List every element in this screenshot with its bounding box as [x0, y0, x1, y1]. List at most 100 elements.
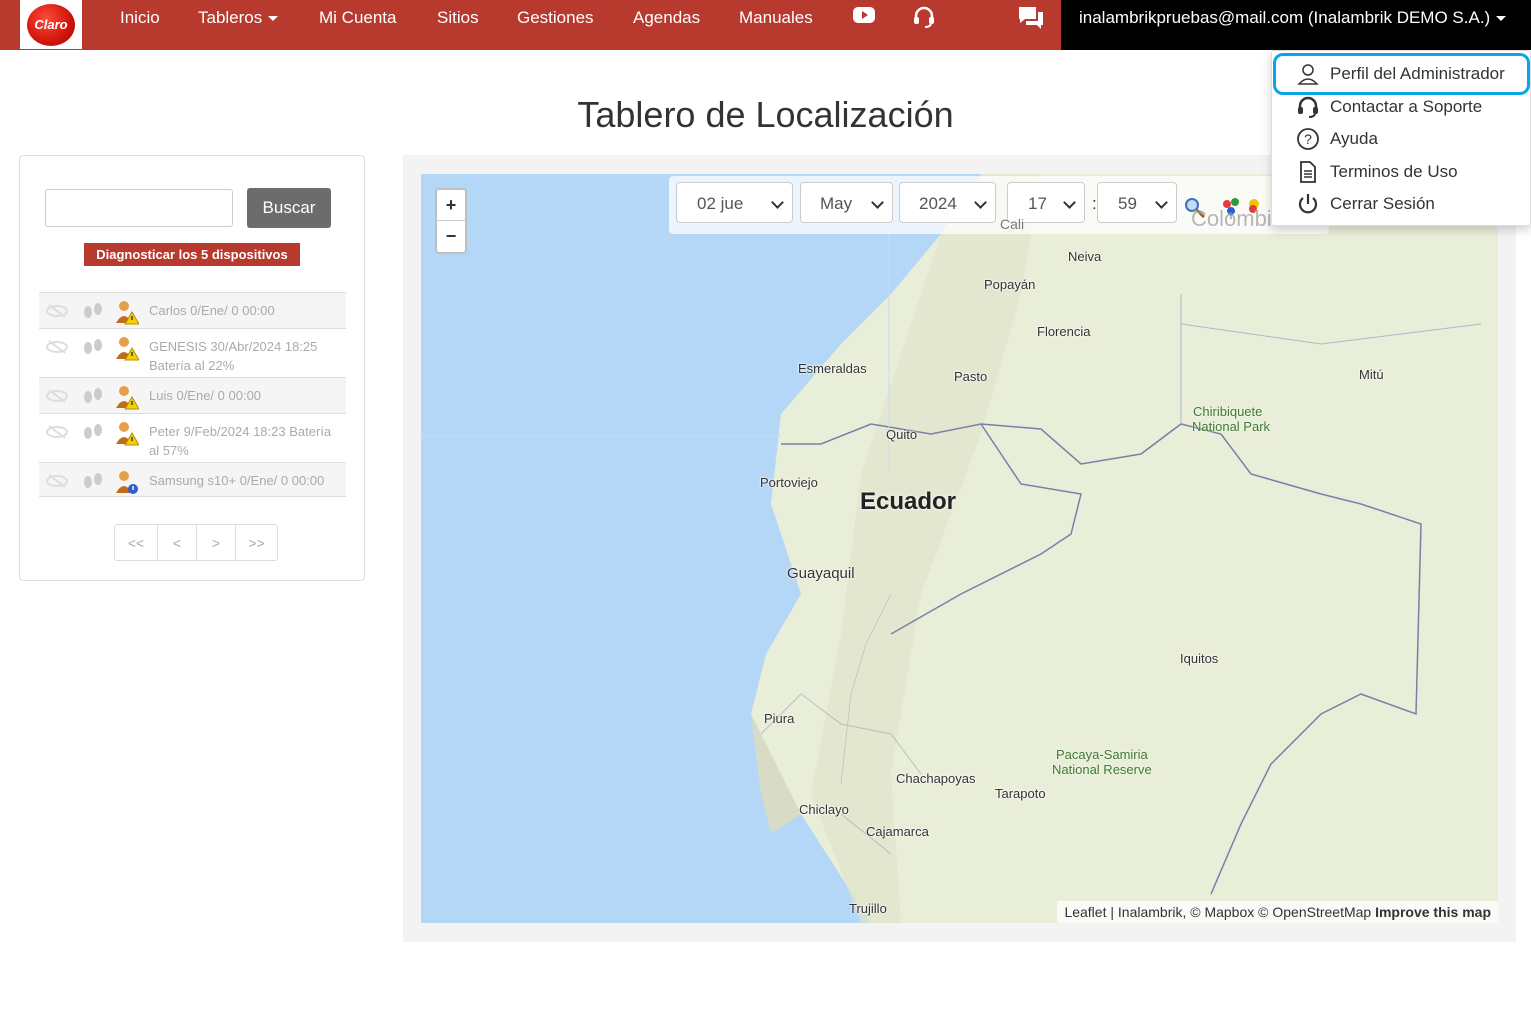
user-warning-icon — [115, 384, 140, 415]
device-row[interactable]: Samsung s10+ 0/Ene/ 0 00:00 — [39, 462, 346, 497]
year-select[interactable]: 2024 — [899, 182, 996, 223]
device-text: Samsung s10+ 0/Ene/ 0 00:00 — [149, 471, 339, 490]
chevron-down-icon — [1063, 196, 1076, 209]
user-warning-icon — [115, 420, 140, 451]
device-name-line: Samsung s10+ 0/Ene/ 0 00:00 — [149, 473, 325, 488]
device-text: GENESIS 30/Abr/2024 18:25 Batería al 22% — [149, 337, 339, 375]
device-row[interactable]: Luis 0/Ene/ 0 00:00 — [39, 377, 346, 413]
nav-agendas[interactable]: Agendas — [633, 8, 700, 30]
search-button[interactable]: Buscar — [247, 188, 331, 228]
nav-tableros[interactable]: Tableros — [198, 8, 279, 30]
eye-off-icon[interactable] — [45, 303, 69, 324]
nav-gestiones[interactable]: Gestiones — [517, 8, 594, 30]
device-row[interactable]: GENESIS 30/Abr/2024 18:25 Batería al 22% — [39, 328, 346, 377]
nav-manuales[interactable]: Manuales — [739, 8, 813, 30]
place-pacaya-line2: National Reserve — [1052, 762, 1152, 777]
nav-sitios[interactable]: Sitios — [437, 8, 479, 30]
device-name-line: Carlos 0/Ene/ 0 00:00 — [149, 303, 275, 318]
place-mitu: Mitú — [1359, 367, 1384, 382]
nav-mi-cuenta[interactable]: Mi Cuenta — [319, 8, 396, 30]
eye-off-icon[interactable] — [45, 388, 69, 409]
user-icon — [1297, 64, 1319, 85]
attribution-text: Leaflet | Inalambrik, © Mapbox © OpenStr… — [1064, 904, 1372, 920]
day-value: 02 jue — [697, 194, 744, 213]
page-last-button[interactable]: >> — [236, 525, 277, 560]
search-input[interactable] — [45, 189, 233, 227]
device-name-line: Peter 9/Feb/2024 18:23 Batería — [149, 424, 332, 439]
eye-off-icon[interactable] — [45, 339, 69, 360]
footsteps-icon[interactable] — [81, 471, 105, 496]
place-trujillo: Trujillo — [849, 901, 887, 916]
place-iquitos: Iquitos — [1180, 651, 1219, 666]
improve-map-link[interactable]: Improve this map — [1375, 904, 1491, 920]
youtube-icon[interactable] — [852, 6, 876, 26]
footsteps-icon[interactable] — [81, 337, 105, 362]
eye-off-icon[interactable] — [45, 473, 69, 494]
map[interactable]: + − 02 jue May 2024 17 : 59 Cali Colombi… — [421, 174, 1498, 923]
zoom-control: + − — [435, 188, 467, 254]
menu-item-label: Ayuda — [1330, 129, 1378, 148]
user-info-icon — [115, 469, 139, 500]
eye-off-icon[interactable] — [45, 424, 69, 445]
place-florencia: Florencia — [1037, 324, 1091, 339]
hour-value: 17 — [1028, 194, 1047, 213]
page-prev-button[interactable]: < — [158, 525, 197, 560]
device-text: Peter 9/Feb/2024 18:23 Batería al 57% — [149, 422, 339, 460]
device-text: Luis 0/Ene/ 0 00:00 — [149, 386, 339, 405]
place-chiribiquete-line2: National Park — [1192, 419, 1271, 434]
menu-item-terms[interactable]: Terminos de Uso — [1296, 159, 1458, 185]
device-name-line: Luis 0/Ene/ 0 00:00 — [149, 388, 262, 403]
device-row[interactable]: Carlos 0/Ene/ 0 00:00 — [39, 292, 346, 328]
claro-logo[interactable]: Claro — [20, 0, 82, 49]
footsteps-icon[interactable] — [81, 422, 105, 447]
chevron-down-icon — [871, 196, 884, 209]
device-text: Carlos 0/Ene/ 0 00:00 — [149, 301, 339, 320]
zoom-out-button[interactable]: − — [437, 221, 465, 252]
user-menu-toggle[interactable]: inalambrikpruebas@mail.com (Inalambrik D… — [1079, 8, 1507, 28]
caret-down-icon — [268, 16, 279, 22]
month-select[interactable]: May — [800, 182, 893, 223]
device-panel: Buscar Diagnosticar los 5 dispositivos C… — [19, 155, 365, 581]
device-status-line: al 57% — [149, 443, 189, 458]
place-guayaquil: Guayaquil — [787, 565, 855, 582]
page-next-button[interactable]: > — [197, 525, 236, 560]
menu-item-admin-profile[interactable]: Perfil del Administrador — [1296, 61, 1505, 87]
caret-down-icon — [1496, 16, 1507, 22]
nav-tableros-label: Tableros — [198, 8, 263, 27]
year-value: 2024 — [919, 194, 957, 213]
document-icon — [1300, 161, 1316, 183]
place-portoviejo: Portoviejo — [760, 475, 818, 490]
diagnose-button[interactable]: Diagnosticar los 5 dispositivos — [84, 243, 300, 266]
month-value: May — [820, 194, 853, 213]
device-row[interactable]: Peter 9/Feb/2024 18:23 Batería al 57% — [39, 413, 346, 462]
user-warning-icon — [115, 335, 140, 366]
menu-item-logout[interactable]: Cerrar Sesión — [1296, 191, 1435, 217]
power-icon — [1298, 194, 1318, 214]
place-pacaya-line1: Pacaya-Samiria — [1056, 747, 1148, 762]
logo-badge: Claro — [27, 3, 75, 46]
place-ecuador: Ecuador — [860, 488, 957, 515]
menu-item-contact-support[interactable]: Contactar a Soporte — [1296, 94, 1482, 120]
page-first-button[interactable]: << — [115, 525, 158, 560]
day-select[interactable]: 02 jue — [676, 182, 793, 223]
footsteps-icon[interactable] — [81, 386, 105, 411]
place-cali: Cali — [1000, 216, 1025, 232]
user-dropdown-menu: Perfil del Administrador Contactar a Sop… — [1271, 50, 1531, 226]
place-tarapoto: Tarapoto — [995, 786, 1046, 801]
menu-item-help[interactable]: ? Ayuda — [1296, 126, 1378, 152]
place-colombia: Colombia — [1191, 206, 1284, 231]
device-list: Carlos 0/Ene/ 0 00:00 GENESIS 30/Abr/202… — [39, 292, 346, 497]
zoom-in-button[interactable]: + — [437, 190, 465, 221]
headset-icon[interactable] — [912, 6, 936, 28]
footsteps-icon[interactable] — [81, 301, 105, 326]
chat-icon[interactable] — [1017, 5, 1045, 31]
user-menu-area: inalambrikpruebas@mail.com (Inalambrik D… — [1061, 0, 1531, 50]
headset-icon — [1298, 96, 1318, 118]
chevron-down-icon — [771, 196, 784, 209]
nav-inicio[interactable]: Inicio — [120, 8, 160, 30]
help-icon: ? — [1297, 128, 1319, 150]
map-attribution: Leaflet | Inalambrik, © Mapbox © OpenStr… — [1057, 901, 1498, 923]
place-popayan: Popayán — [984, 277, 1036, 292]
minute-select[interactable]: 59 — [1097, 182, 1177, 223]
place-chiribiquete-line1: Chiribiquete — [1193, 404, 1263, 419]
